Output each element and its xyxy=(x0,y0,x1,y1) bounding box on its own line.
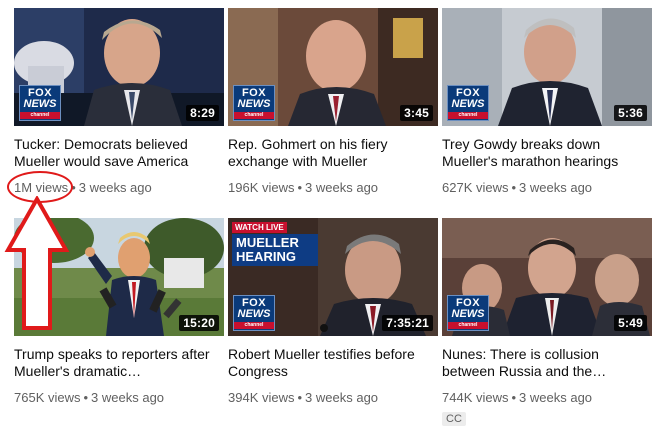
upload-age: 3 weeks ago xyxy=(91,390,165,405)
video-meta: 394K views • 3 weeks ago xyxy=(228,390,379,405)
fox-news-logo: FOX NEWS channel xyxy=(447,295,489,331)
view-count: 627K views xyxy=(442,180,509,195)
duration-badge: 5:49 xyxy=(614,315,647,331)
upload-age: 3 weeks ago xyxy=(305,390,379,405)
video-card[interactable]: FOX NEWS channel 5:36 Trey Gowdy breaks do… xyxy=(442,8,654,196)
watch-live-banner: WATCH LIVE xyxy=(232,222,287,233)
video-meta: 744K views • 3 weeks ago xyxy=(442,390,593,405)
video-card[interactable]: FOX NEWS channel 5:49 Nunes: There is coll… xyxy=(442,218,654,427)
video-thumbnail[interactable]: WATCH LIVE MUELLER HEARING FOX NEWS channe… xyxy=(228,218,438,336)
duration-badge: 7:35:21 xyxy=(382,315,433,331)
view-count: 765K views xyxy=(14,390,81,405)
video-title[interactable]: Trey Gowdy breaks down Mueller's maratho… xyxy=(442,136,647,170)
video-title[interactable]: Trump speaks to reporters after Mueller'… xyxy=(14,346,219,380)
banner-line: MUELLER xyxy=(236,235,299,250)
video-meta: 627K views • 3 weeks ago xyxy=(442,180,593,195)
view-count: 744K views xyxy=(442,390,509,405)
video-card[interactable]: FOX NEWS channel 3:45 Rep. Gohmert on his … xyxy=(228,8,440,196)
duration-badge: 15:20 xyxy=(179,315,219,331)
video-thumbnail[interactable]: FOX NEWS channel 5:49 xyxy=(442,218,652,336)
fox-news-logo: FOX NEWS channel xyxy=(447,85,489,121)
video-thumbnail[interactable]: FOX NEWS channel 8:29 xyxy=(14,8,224,126)
fox-news-logo: FOX NEWS channel xyxy=(233,85,275,121)
video-thumbnail[interactable]: FOX NEWS channel 3:45 xyxy=(228,8,438,126)
video-meta: 196K views • 3 weeks ago xyxy=(228,180,379,195)
fox-news-logo: FOX NEWS channel xyxy=(233,295,275,331)
video-meta: 765K views • 3 weeks ago xyxy=(14,390,165,405)
duration-badge: 8:29 xyxy=(186,105,219,121)
upload-age: 3 weeks ago xyxy=(519,390,593,405)
video-title[interactable]: Robert Mueller testifies before Congress xyxy=(228,346,433,380)
video-title[interactable]: Rep. Gohmert on his fiery exchange with … xyxy=(228,136,433,170)
video-title[interactable]: Nunes: There is collusion between Russia… xyxy=(442,346,647,380)
video-title[interactable]: Tucker: Democrats believed Mueller would… xyxy=(14,136,219,170)
duration-badge: 5:36 xyxy=(614,105,647,121)
mueller-hearing-banner: MUELLER HEARING xyxy=(232,234,318,266)
video-card[interactable]: WATCH LIVE MUELLER HEARING FOX NEWS channe… xyxy=(228,218,440,406)
upload-age: 3 weeks ago xyxy=(78,180,152,195)
cc-badge: CC xyxy=(442,412,466,426)
view-count: 196K views xyxy=(228,180,295,195)
upload-age: 3 weeks ago xyxy=(519,180,593,195)
upload-age: 3 weeks ago xyxy=(305,180,379,195)
video-card[interactable]: FOX NEWS channel 8:29 Tucker: Democrats be… xyxy=(14,8,226,196)
banner-line: HEARING xyxy=(236,249,296,264)
fox-news-logo: FOX NEWS channel xyxy=(19,85,61,121)
view-count: 394K views xyxy=(228,390,295,405)
video-thumbnail[interactable]: FOX NEWS channel 5:36 xyxy=(442,8,652,126)
annotation-up-arrow-icon xyxy=(4,196,70,330)
duration-badge: 3:45 xyxy=(400,105,433,121)
